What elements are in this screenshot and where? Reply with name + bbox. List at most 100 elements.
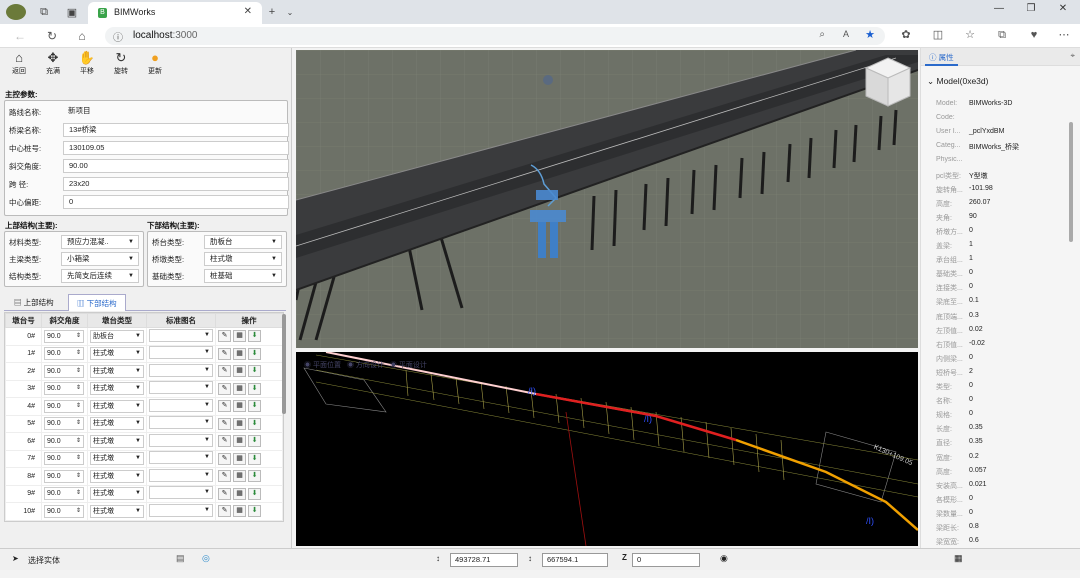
center-offset-input[interactable]: 0 [63, 195, 289, 209]
standard-drawing-select[interactable]: ▼ [149, 346, 213, 360]
standard-drawing-select[interactable]: ▼ [149, 486, 213, 500]
standard-drawing-select[interactable]: ▼ [149, 433, 213, 447]
standard-drawing-select[interactable]: ▼ [149, 451, 213, 465]
table-button[interactable]: ▦ [233, 400, 246, 413]
close-tab-icon[interactable]: ✕ [244, 6, 252, 17]
pier-type-select[interactable]: 柱式墩 ▼ [90, 417, 144, 431]
z-coordinate-field[interactable]: 0 [632, 553, 700, 567]
pier-type-select[interactable]: 柱式墩 ▼ [90, 382, 144, 396]
table-button[interactable]: ▦ [233, 365, 246, 378]
profile-avatar[interactable] [6, 4, 26, 20]
pier-type-select[interactable]: 柱式墩 ▼ [90, 364, 144, 378]
radio-plan-position[interactable]: ◉ 平面位置 [304, 360, 341, 370]
pier-type-select[interactable]: 肋板台 ▼ [90, 329, 144, 343]
angle-stepper[interactable]: 90.0 ⇕ [44, 382, 84, 396]
edit-button[interactable]: ✎ [218, 347, 231, 360]
home-nav-icon[interactable]: ⌂ [74, 28, 90, 44]
url-field[interactable]: ⓘ localhost:3000 ⌕ A ★ [105, 27, 885, 45]
angle-stepper[interactable]: 90.0 ⇕ [44, 364, 84, 378]
zoom-icon[interactable]: ⌕ [819, 29, 825, 40]
radio-direction-design[interactable]: ◉ 方向设计 [347, 360, 384, 370]
skew-angle-stepper[interactable]: 90.00 [63, 159, 289, 173]
table-scrollbar[interactable] [282, 314, 286, 414]
standard-drawing-select[interactable]: ▼ [149, 416, 213, 430]
eye-icon[interactable]: ◉ [720, 553, 728, 564]
angle-stepper[interactable]: 90.0 ⇕ [44, 487, 84, 501]
export-button[interactable]: ⬇ [248, 487, 261, 500]
edit-button[interactable]: ✎ [218, 452, 231, 465]
material-type-select[interactable]: 预应力混凝.. ▼ [61, 235, 139, 249]
tab-lower-structure[interactable]: ▥ 下部结构 [68, 294, 126, 311]
tab-properties[interactable]: ⓘ 属性 [925, 51, 958, 66]
read-aloud-icon[interactable]: A [843, 29, 849, 39]
edit-button[interactable]: ✎ [218, 487, 231, 500]
export-button[interactable]: ⬇ [248, 452, 261, 465]
3d-viewport[interactable] [296, 50, 918, 348]
layers-icon[interactable]: ▤ [176, 553, 185, 564]
structure-type-select[interactable]: 先简支后连续 ▼ [61, 269, 139, 283]
table-button[interactable]: ▦ [233, 347, 246, 360]
angle-stepper[interactable]: 90.0 ⇕ [44, 417, 84, 431]
edit-button[interactable]: ✎ [218, 417, 231, 430]
select-entity-label[interactable]: 选择实体 [28, 555, 60, 566]
pier-type-select[interactable]: 柱式墩 ▼ [90, 434, 144, 448]
angle-stepper[interactable]: 90.0 ⇕ [44, 504, 84, 518]
angle-stepper[interactable]: 90.0 ⇕ [44, 452, 84, 466]
foundation-type-select[interactable]: 桩基础 ▼ [204, 269, 282, 283]
pier-type-select[interactable]: 柱式墩 ▼ [204, 252, 282, 266]
standard-drawing-select[interactable]: ▼ [149, 503, 213, 517]
angle-stepper[interactable]: 90.0 ⇕ [44, 434, 84, 448]
export-button[interactable]: ⬇ [248, 365, 261, 378]
edit-button[interactable]: ✎ [218, 505, 231, 518]
angle-stepper[interactable]: 90.0 ⇕ [44, 329, 84, 343]
table-button[interactable]: ▦ [233, 505, 246, 518]
bridge-name-input[interactable]: 13#桥梁 [63, 123, 289, 137]
center-station-input[interactable]: 130109.05 [63, 141, 289, 155]
browser-tab[interactable]: B BIMWorks ✕ [88, 2, 262, 24]
split-screen-icon[interactable]: ◫ [930, 27, 946, 43]
favorite-star-icon[interactable]: ★ [865, 28, 875, 41]
globe-icon[interactable]: ◎ [202, 553, 210, 564]
standard-drawing-select[interactable]: ▼ [149, 328, 213, 342]
export-button[interactable]: ⬇ [248, 347, 261, 360]
span-input[interactable]: 23x20 [63, 177, 289, 191]
toolbar-fill-button[interactable]: ✥ 充满 [38, 50, 68, 82]
tab-list-chevron-icon[interactable]: ⌄ [282, 4, 298, 20]
reload-icon[interactable]: ↻ [44, 28, 60, 44]
site-info-icon[interactable]: ⓘ [113, 29, 123, 44]
x-coordinate-field[interactable]: 493728.71 [450, 553, 518, 567]
toolbar-pan-button[interactable]: ✋ 平移 [72, 50, 102, 82]
table-button[interactable]: ▦ [233, 435, 246, 448]
standard-drawing-select[interactable]: ▼ [149, 398, 213, 412]
pier-type-select[interactable]: 柱式墩 ▼ [90, 399, 144, 413]
edit-button[interactable]: ✎ [218, 330, 231, 343]
standard-drawing-select[interactable]: ▼ [149, 363, 213, 377]
pier-type-select[interactable]: 柱式墩 ▼ [90, 452, 144, 466]
pin-icon[interactable]: ⌖ [1070, 51, 1075, 61]
standard-drawing-select[interactable]: ▼ [149, 381, 213, 395]
workspaces-icon[interactable]: ⧉ [36, 4, 52, 20]
pier-type-select[interactable]: 柱式墩 ▼ [90, 504, 144, 518]
girder-type-select[interactable]: 小箱梁 ▼ [61, 252, 139, 266]
new-tab-icon[interactable]: + [264, 4, 280, 20]
props-header[interactable]: ⌄ Model(0xe3d) [927, 76, 988, 87]
toolbar-rotate-button[interactable]: ↻ 旋转 [106, 50, 136, 82]
toolbar-home-button[interactable]: ⌂ 返回 [4, 50, 34, 82]
export-button[interactable]: ⬇ [248, 400, 261, 413]
table-button[interactable]: ▦ [233, 470, 246, 483]
abutment-type-select[interactable]: 肋板台 ▼ [204, 235, 282, 249]
standard-drawing-select[interactable]: ▼ [149, 468, 213, 482]
collections-icon[interactable]: ⧉ [994, 27, 1010, 43]
toolbar-update-button[interactable]: ● 更新 [140, 50, 170, 82]
y-coordinate-field[interactable]: 667594.1 [542, 553, 608, 567]
props-scrollbar[interactable] [1069, 122, 1073, 242]
pier-type-select[interactable]: 柱式墩 ▼ [90, 347, 144, 361]
table-button[interactable]: ▦ [233, 382, 246, 395]
table-button[interactable]: ▦ [233, 330, 246, 343]
table-button[interactable]: ▦ [233, 487, 246, 500]
minimize-icon[interactable]: — [990, 3, 1008, 19]
tab-upper-structure[interactable]: ▤ 上部结构 [6, 294, 62, 311]
edit-button[interactable]: ✎ [218, 382, 231, 395]
pier-type-select[interactable]: 柱式墩 ▼ [90, 487, 144, 501]
back-icon[interactable]: ← [12, 28, 28, 44]
